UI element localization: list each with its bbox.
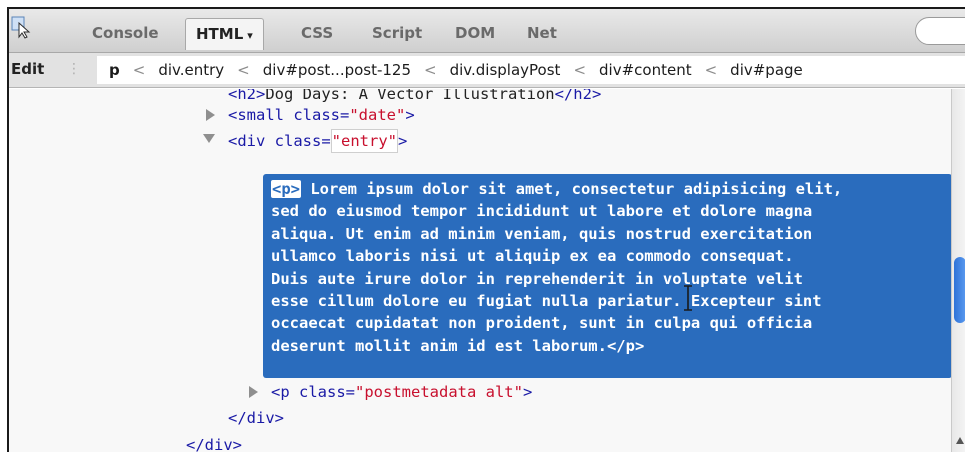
tab-dom[interactable]: DOM <box>445 18 505 50</box>
tab-script[interactable]: Script <box>362 18 432 50</box>
tab-console[interactable]: Console <box>82 18 169 50</box>
p-text-line: sed do eiusmod tempor incididunt ut labo… <box>271 202 813 221</box>
selected-node-p[interactable]: <p> Lorem ipsum dolor sit amet, consecte… <box>263 174 951 378</box>
p-text-line: ullamco laboris nisi ut aliquip ex ea co… <box>271 247 794 266</box>
tree-node-small[interactable]: <small class="date"> <box>228 104 415 126</box>
p-text-line: Duis aute irure dolor in reprehenderit i… <box>271 269 803 288</box>
div-open-tag: <div <box>228 132 275 150</box>
text-cursor-icon <box>684 285 692 311</box>
search-input[interactable] <box>915 17 965 45</box>
tab-css[interactable]: CSS <box>291 18 343 50</box>
breadcrumb-separator: < <box>573 61 587 79</box>
breadcrumb: p < div.entry < div#post...post-125 < di… <box>97 56 965 84</box>
breadcrumb-separator: < <box>424 61 437 79</box>
h2-text: Dog Days: A Vector Illustration <box>265 89 555 103</box>
toolbar: Console HTML ▾ CSS Script DOM Net <box>9 9 965 53</box>
p-close-tag: </p> <box>606 336 645 355</box>
breadcrumb-item-div-content[interactable]: div#content <box>599 61 692 79</box>
selected-line: <p> Lorem ipsum dolor sit amet, consecte… <box>271 178 946 200</box>
tab-html[interactable]: HTML ▾ <box>185 18 264 50</box>
toolbar-divider: ⋮ <box>67 61 81 77</box>
expand-toggle-icon[interactable] <box>249 386 258 398</box>
vertical-scrollbar[interactable] <box>951 89 965 452</box>
h2-close-tag: </h2> <box>554 89 602 103</box>
div-close-tag: </div> <box>186 436 242 452</box>
p-text-line: occaecat cupidatat non proident, sunt in… <box>271 314 813 333</box>
breadcrumb-bar: Edit ⋮ p < div.entry < div#post...post-1… <box>9 53 965 88</box>
p-text-line: esse cillum dolore eu fugiat nulla paria… <box>271 291 822 310</box>
p-open-tag: <p> <box>271 180 301 198</box>
breadcrumb-separator: < <box>132 61 146 79</box>
selected-line: occaecat cupidatat non proident, sunt in… <box>271 312 946 334</box>
selected-line: ullamco laboris nisi ut aliquip ex ea co… <box>271 245 946 267</box>
tree-node-div-entry[interactable]: <div class="entry"> <box>228 129 408 153</box>
breadcrumb-item-p[interactable]: p <box>109 61 120 79</box>
breadcrumb-separator: < <box>704 61 718 79</box>
div-entry-close-tag: </div> <box>228 407 284 429</box>
breadcrumb-item-div-post[interactable]: div#post...post-125 <box>263 61 411 79</box>
small-attr-value[interactable]: "date" <box>349 106 405 124</box>
breadcrumb-item-div-displaypost[interactable]: div.displayPost <box>450 61 561 79</box>
scrollbar-thumb[interactable] <box>954 257 965 323</box>
selected-line: esse cillum dolore eu fugiat nulla paria… <box>271 290 946 312</box>
p-open-tag: <p <box>271 383 299 401</box>
tab-net[interactable]: Net <box>517 18 567 50</box>
p-attr-name: class= <box>299 383 355 401</box>
selected-line: aliqua. Ut enim ad minim veniam, quis no… <box>271 223 946 245</box>
div-close-tag: </div> <box>228 409 284 427</box>
html-tree-panel: <h2>Dog Days: A Vector Illustration</h2>… <box>9 89 951 452</box>
chevron-down-icon[interactable]: ▾ <box>247 29 253 42</box>
tree-node-h2[interactable]: <h2>Dog Days: A Vector Illustration</h2> <box>228 89 601 105</box>
tree-node-p-postmetadata[interactable]: <p class="postmetadata alt"> <box>271 381 532 403</box>
small-open-tag: <small <box>228 106 294 124</box>
div-tag-end: > <box>398 132 408 150</box>
scroll-up-arrow-icon[interactable] <box>956 437 964 444</box>
selected-line: deserunt mollit anim id est laborum.</p> <box>271 335 946 357</box>
expand-toggle-icon[interactable] <box>206 109 215 121</box>
inspect-arrow-icon[interactable] <box>11 15 33 39</box>
selected-line: sed do eiusmod tempor incididunt ut labo… <box>271 200 946 222</box>
p-attr-value[interactable]: "postmetadata alt" <box>355 383 523 401</box>
p-text-line: deserunt mollit anim id est laborum. <box>271 336 607 355</box>
div-attr-value-editor[interactable]: "entry" <box>330 129 398 153</box>
p-tag-end: > <box>522 383 533 401</box>
div-attr-name: class= <box>274 132 331 150</box>
small-tag-end: > <box>405 106 415 124</box>
breadcrumb-separator: < <box>237 61 250 79</box>
breadcrumb-item-div-page[interactable]: div#page <box>730 61 803 79</box>
outer-div-close-tag: </div> <box>186 434 242 452</box>
p-text-line: aliqua. Ut enim ad minim veniam, quis no… <box>271 224 813 243</box>
p-text-line: Lorem ipsum dolor sit amet, consectetur … <box>310 180 843 198</box>
breadcrumb-item-div-entry[interactable]: div.entry <box>158 61 224 79</box>
firebug-panel: Console HTML ▾ CSS Script DOM Net Edit ⋮ … <box>7 7 965 452</box>
collapse-toggle-icon[interactable] <box>203 134 215 143</box>
h2-open-tag: <h2> <box>228 89 266 103</box>
small-attr-name: class= <box>293 106 350 124</box>
selected-line: Duis aute irure dolor in reprehenderit i… <box>271 268 946 290</box>
edit-button[interactable]: Edit <box>11 60 44 78</box>
